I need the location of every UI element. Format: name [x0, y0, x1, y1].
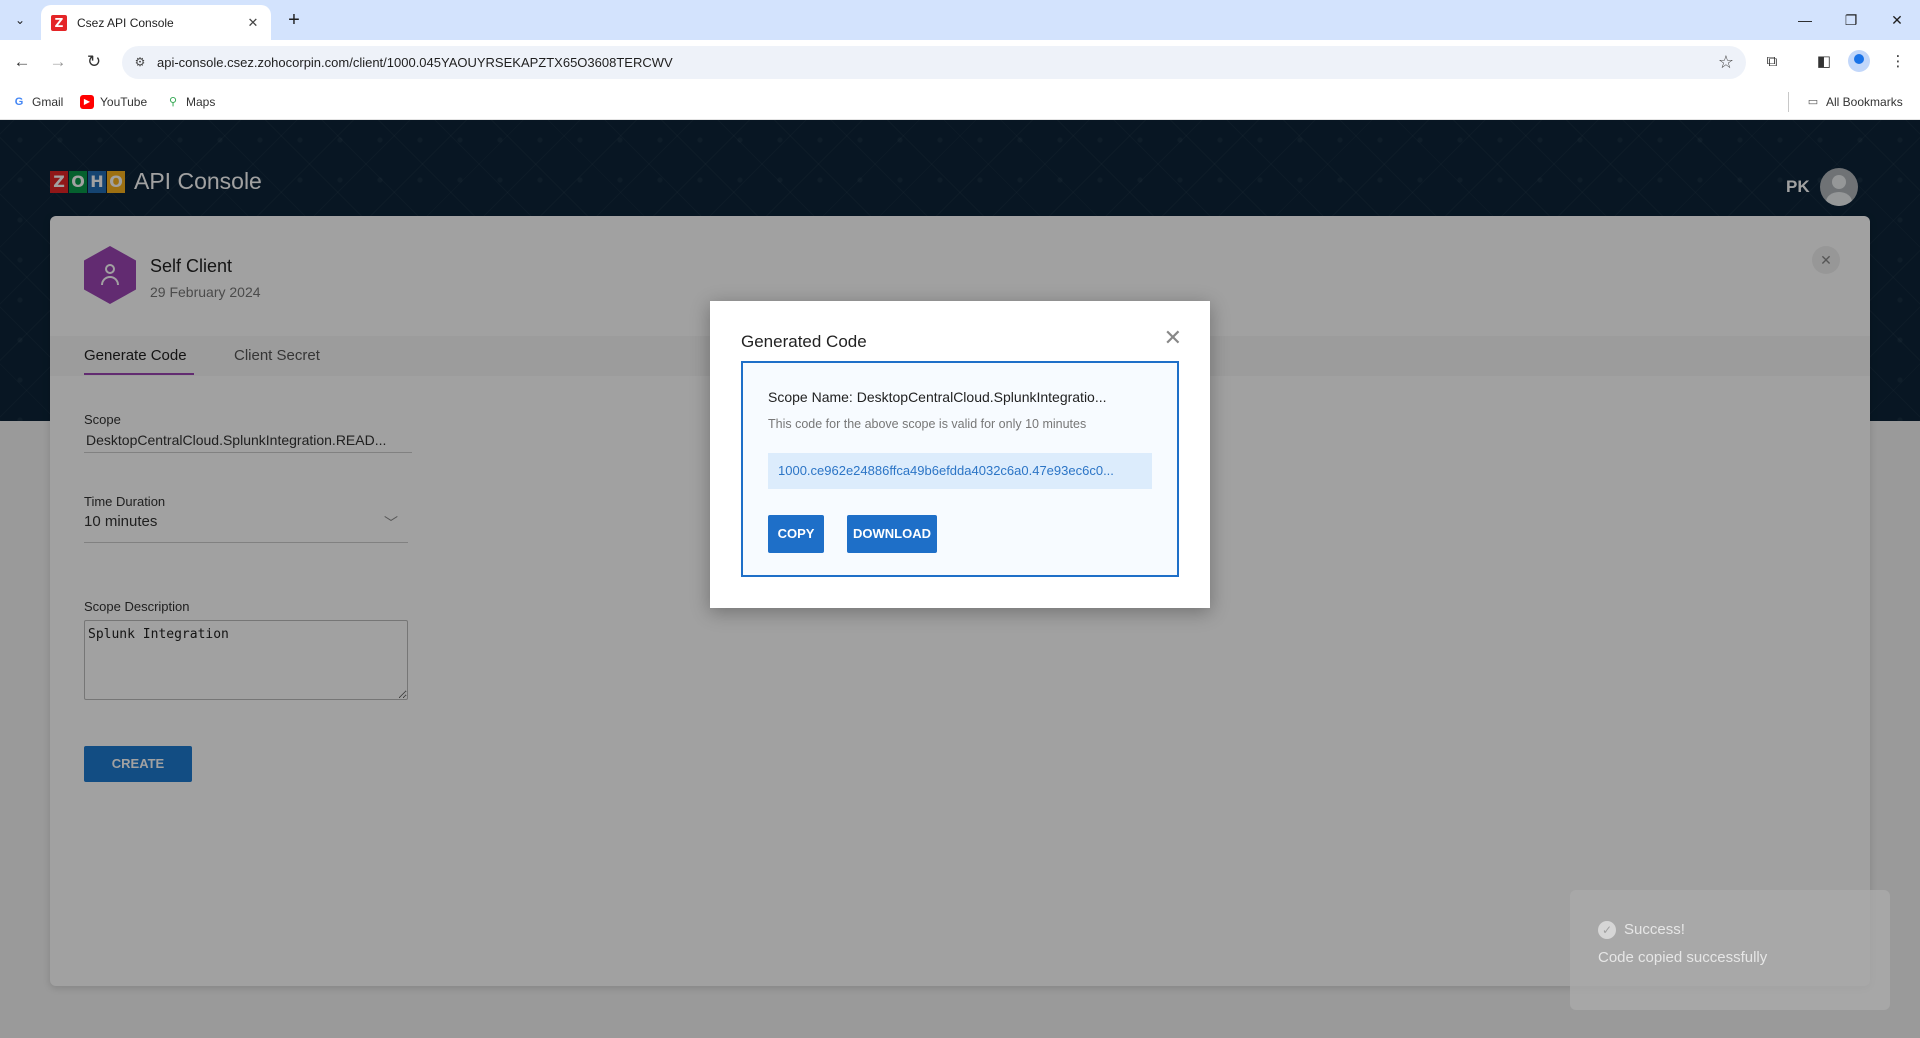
browser-tabstrip: ⌄ Z Csez API Console ✕ + — ❐ ✕ — [0, 0, 1920, 40]
restore-icon[interactable]: ❐ — [1828, 6, 1874, 34]
new-tab-plus-icon[interactable]: + — [282, 8, 306, 32]
tab-title: Csez API Console — [77, 15, 174, 30]
all-bookmarks[interactable]: ▭ All Bookmarks — [1806, 92, 1903, 112]
generated-code-modal: Generated Code ✕ Scope Name: DesktopCent… — [710, 301, 1210, 608]
bookmarks-separator — [1788, 92, 1789, 112]
maps-pin-icon: ⚲ — [168, 96, 178, 108]
folder-icon: ▭ — [1807, 96, 1819, 108]
menu-kebab-icon[interactable]: ⋮ — [1886, 50, 1910, 74]
profile-avatar-icon[interactable] — [1848, 50, 1870, 72]
extensions-puzzle-icon[interactable]: ⧉ — [1760, 50, 1784, 74]
code-box: Scope Name: DesktopCentralCloud.SplunkIn… — [741, 361, 1179, 577]
bookmarks-bar: G Gmail ▶ YouTube ⚲ Maps ▭ All Bookmarks — [0, 84, 1920, 120]
site-info-icon[interactable]: ⚙ — [132, 54, 148, 70]
bookmark-youtube[interactable]: ▶ YouTube — [80, 92, 147, 112]
window-close-icon[interactable]: ✕ — [1874, 6, 1920, 34]
success-toast: ✓ Success! Code copied successfully — [1570, 890, 1890, 1010]
tab-search-chevron-icon[interactable]: ⌄ — [8, 8, 32, 32]
forward-arrow-icon[interactable]: → — [46, 50, 70, 74]
url-text[interactable]: api-console.csez.zohocorpin.com/client/1… — [157, 55, 673, 70]
bookmark-gmail[interactable]: G Gmail — [12, 92, 64, 112]
back-arrow-icon[interactable]: ← — [10, 50, 34, 74]
generated-code-field[interactable]: 1000.ce962e24886ffca49b6efdda4032c6a0.47… — [768, 453, 1152, 489]
modal-close-icon[interactable]: ✕ — [1164, 327, 1182, 349]
address-bar[interactable]: ⚙ api-console.csez.zohocorpin.com/client… — [122, 46, 1746, 79]
all-bookmarks-label: All Bookmarks — [1826, 95, 1903, 109]
bookmark-label: YouTube — [100, 95, 148, 109]
bookmark-star-icon[interactable]: ☆ — [1718, 52, 1734, 73]
tab-close-icon[interactable]: ✕ — [245, 15, 261, 31]
bookmark-maps[interactable]: ⚲ Maps — [166, 92, 215, 112]
download-button[interactable]: DOWNLOAD — [847, 515, 937, 553]
api-console-page: Z O H O API Console PK Self Client 29 Fe… — [0, 120, 1920, 1038]
zoho-favicon-icon: Z — [51, 14, 67, 31]
bookmark-label: Gmail — [32, 95, 64, 109]
minimize-icon[interactable]: — — [1782, 6, 1828, 34]
youtube-icon: ▶ — [80, 95, 94, 109]
check-circle-icon: ✓ — [1598, 921, 1616, 939]
scope-name-text: Scope Name: DesktopCentralCloud.SplunkIn… — [768, 389, 1107, 405]
browser-toolbar: ← → ↻ ⚙ api-console.csez.zohocorpin.com/… — [0, 40, 1920, 84]
copy-button[interactable]: COPY — [768, 515, 824, 553]
side-panel-icon[interactable]: ◧ — [1812, 50, 1836, 74]
reload-icon[interactable]: ↻ — [82, 50, 106, 74]
browser-tab[interactable]: Z Csez API Console ✕ — [41, 5, 271, 40]
bookmark-label: Maps — [186, 95, 216, 109]
google-icon: G — [14, 96, 24, 108]
toast-message: Code copied successfully — [1598, 949, 1768, 966]
toast-title: Success! — [1624, 921, 1685, 938]
validity-note: This code for the above scope is valid f… — [768, 417, 1087, 431]
modal-title: Generated Code — [741, 332, 867, 351]
